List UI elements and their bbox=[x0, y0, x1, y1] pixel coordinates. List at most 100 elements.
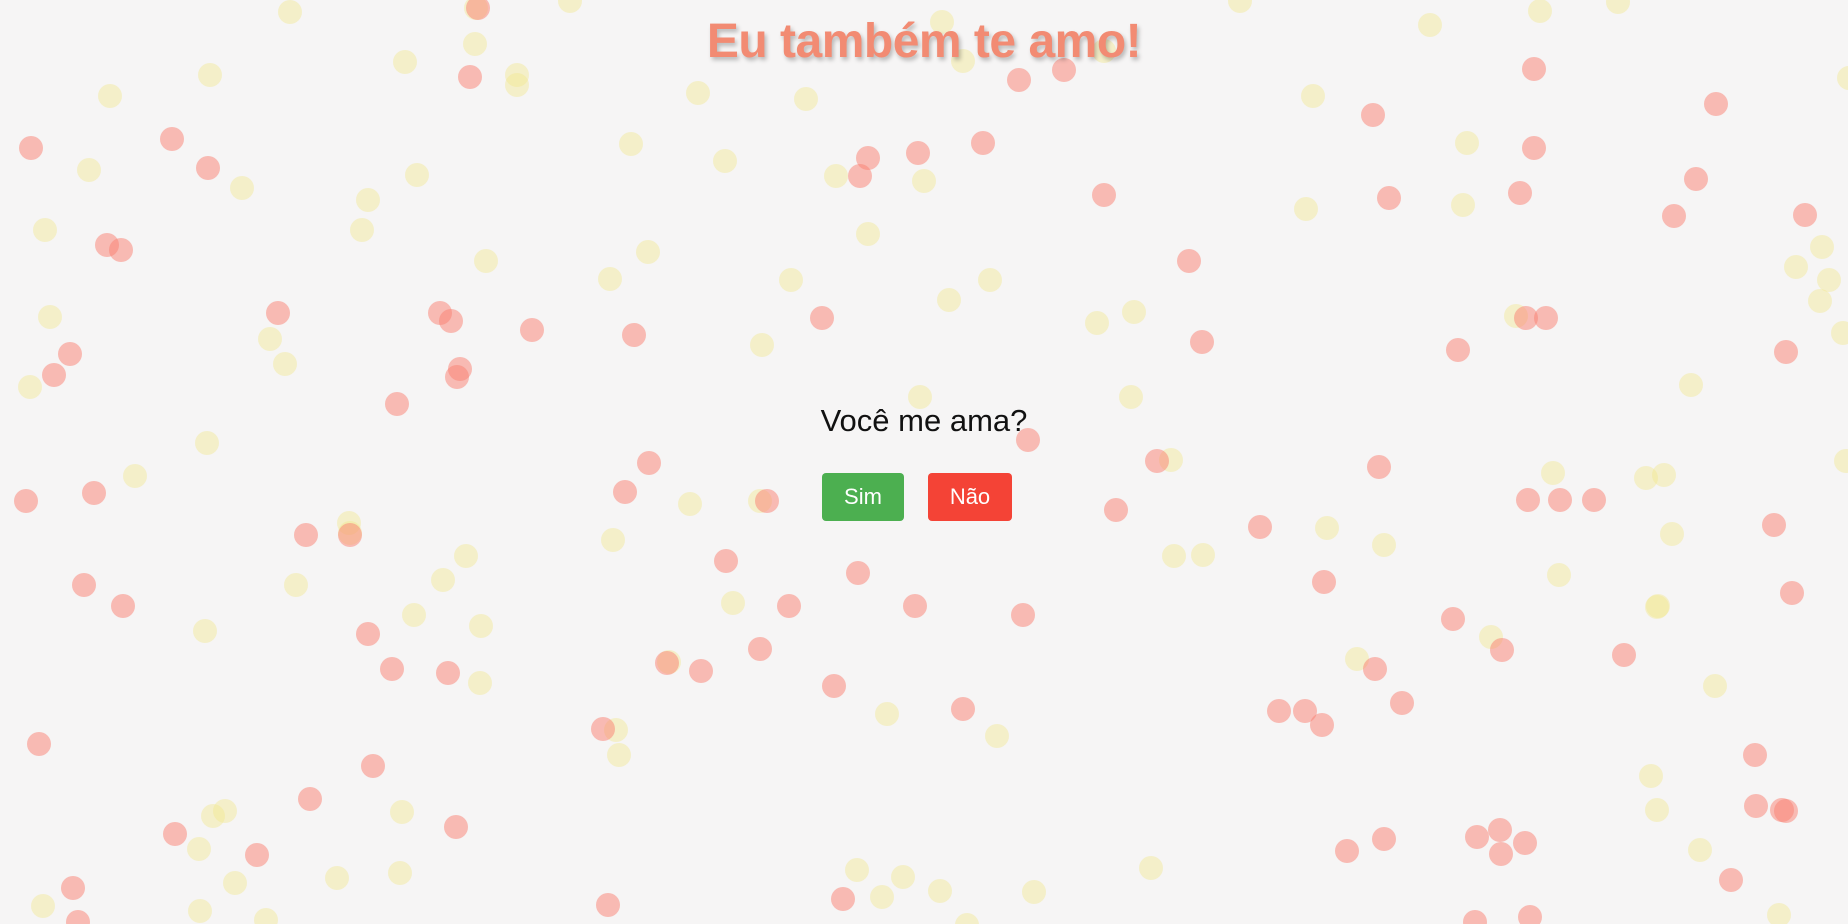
red-dot bbox=[1780, 581, 1804, 605]
yellow-dot bbox=[721, 591, 745, 615]
yellow-dot bbox=[955, 913, 979, 924]
yellow-dot bbox=[284, 573, 308, 597]
red-dot bbox=[689, 659, 713, 683]
yellow-dot bbox=[794, 87, 818, 111]
yellow-dot bbox=[201, 804, 225, 828]
yellow-dot bbox=[1451, 193, 1475, 217]
red-dot bbox=[1508, 181, 1532, 205]
yellow-dot bbox=[875, 702, 899, 726]
yellow-dot bbox=[1703, 674, 1727, 698]
red-dot bbox=[245, 843, 269, 867]
red-dot bbox=[1446, 338, 1470, 362]
red-dot bbox=[1177, 249, 1201, 273]
red-dot bbox=[1774, 340, 1798, 364]
yellow-dot bbox=[1455, 131, 1479, 155]
red-dot bbox=[1743, 743, 1767, 767]
red-dot bbox=[109, 238, 133, 262]
red-dot bbox=[1312, 570, 1336, 594]
yellow-dot bbox=[1479, 625, 1503, 649]
red-dot bbox=[444, 815, 468, 839]
yellow-dot bbox=[1162, 544, 1186, 568]
red-dot bbox=[1335, 839, 1359, 863]
red-dot bbox=[448, 357, 472, 381]
yes-button[interactable]: Sim bbox=[822, 473, 904, 521]
question-text: Você me ama? bbox=[820, 403, 1028, 438]
yellow-dot bbox=[1831, 321, 1848, 345]
red-dot bbox=[848, 164, 872, 188]
yellow-dot bbox=[98, 84, 122, 108]
love-page: Eu também te amo! Você me ama? Sim Não bbox=[0, 0, 1848, 924]
red-dot bbox=[1363, 657, 1387, 681]
yellow-dot bbox=[1122, 300, 1146, 324]
yellow-dot bbox=[1606, 0, 1630, 14]
yellow-dot bbox=[1810, 235, 1834, 259]
red-dot bbox=[445, 365, 469, 389]
red-dot bbox=[1522, 136, 1546, 160]
yellow-dot bbox=[1301, 84, 1325, 108]
yellow-dot bbox=[469, 614, 493, 638]
yellow-dot bbox=[1345, 647, 1369, 671]
yellow-dot bbox=[31, 894, 55, 918]
yellow-dot bbox=[405, 163, 429, 187]
red-dot bbox=[591, 717, 615, 741]
red-dot bbox=[1662, 204, 1686, 228]
red-dot bbox=[596, 893, 620, 917]
red-dot bbox=[1719, 868, 1743, 892]
yellow-dot bbox=[657, 650, 681, 674]
yellow-dot bbox=[258, 327, 282, 351]
red-dot bbox=[1465, 825, 1489, 849]
yellow-dot bbox=[1139, 856, 1163, 880]
red-dot bbox=[1514, 306, 1538, 330]
red-dot bbox=[1489, 842, 1513, 866]
red-dot bbox=[1684, 167, 1708, 191]
red-dot bbox=[1793, 203, 1817, 227]
yellow-dot bbox=[558, 0, 582, 13]
red-dot bbox=[1267, 699, 1291, 723]
red-dot bbox=[294, 523, 318, 547]
yellow-dot bbox=[1191, 543, 1215, 567]
yellow-dot bbox=[230, 176, 254, 200]
yellow-dot bbox=[338, 521, 362, 545]
red-dot bbox=[27, 732, 51, 756]
yellow-dot bbox=[604, 718, 628, 742]
red-dot bbox=[1744, 794, 1768, 818]
red-dot bbox=[1293, 699, 1317, 723]
red-dot bbox=[111, 594, 135, 618]
red-dot bbox=[637, 451, 661, 475]
red-dot bbox=[196, 156, 220, 180]
red-dot bbox=[266, 301, 290, 325]
yellow-dot bbox=[636, 240, 660, 264]
red-dot bbox=[951, 697, 975, 721]
red-dot bbox=[810, 306, 834, 330]
yellow-dot bbox=[33, 218, 57, 242]
red-dot bbox=[655, 651, 679, 675]
yellow-dot bbox=[474, 249, 498, 273]
yellow-dot bbox=[856, 222, 880, 246]
yellow-dot bbox=[1372, 533, 1396, 557]
red-dot bbox=[1011, 603, 1035, 627]
red-dot bbox=[1704, 92, 1728, 116]
red-dot bbox=[903, 594, 927, 618]
yellow-dot bbox=[187, 837, 211, 861]
red-dot bbox=[777, 594, 801, 618]
yellow-dot bbox=[350, 218, 374, 242]
red-dot bbox=[1092, 183, 1116, 207]
red-dot bbox=[361, 754, 385, 778]
no-button[interactable]: Não bbox=[928, 473, 1012, 521]
yellow-dot bbox=[1837, 66, 1848, 90]
yellow-dot bbox=[388, 861, 412, 885]
red-dot bbox=[338, 523, 362, 547]
red-dot bbox=[856, 146, 880, 170]
yellow-dot bbox=[870, 885, 894, 909]
floating-dots-background bbox=[0, 0, 1848, 924]
red-dot bbox=[1372, 827, 1396, 851]
red-dot bbox=[72, 573, 96, 597]
red-dot bbox=[61, 876, 85, 900]
yellow-dot bbox=[1294, 197, 1318, 221]
yellow-dot bbox=[601, 528, 625, 552]
yellow-dot bbox=[1784, 255, 1808, 279]
red-dot bbox=[436, 661, 460, 685]
red-dot bbox=[1463, 910, 1487, 924]
red-dot bbox=[58, 342, 82, 366]
yellow-dot bbox=[1767, 903, 1791, 924]
